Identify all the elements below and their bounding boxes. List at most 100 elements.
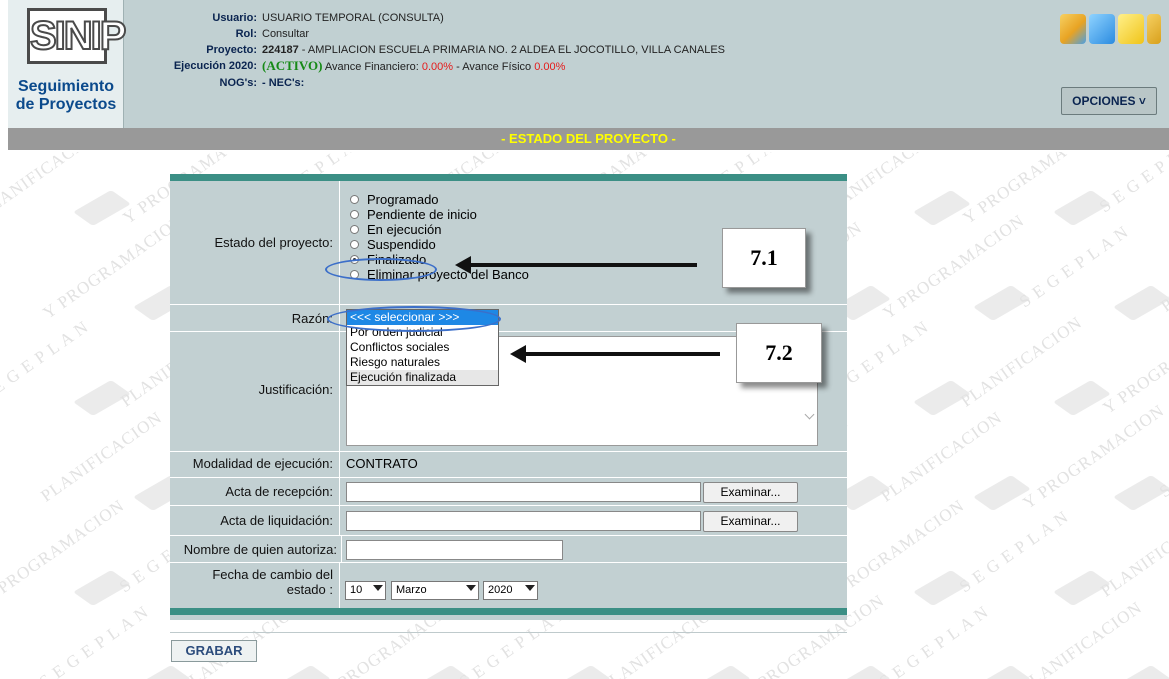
logo-sub-line-1: Seguimiento bbox=[17, 78, 114, 95]
acta-recepcion-examinar-button[interactable]: Examinar... bbox=[703, 482, 798, 503]
watermark-mark bbox=[913, 190, 971, 226]
avance-financiero-label: Avance Financiero: bbox=[322, 61, 422, 73]
estado-radio-option[interactable]: Programado bbox=[350, 192, 529, 207]
rol-label: Rol: bbox=[235, 28, 257, 40]
acta-liquidacion-label: Acta de liquidación: bbox=[170, 506, 340, 535]
razon-label: Razón: bbox=[170, 305, 340, 331]
avance-financiero-value: 0.00% bbox=[421, 61, 454, 73]
rol-value: Consultar bbox=[262, 28, 310, 40]
header-icons bbox=[1060, 14, 1161, 44]
watermark-mark bbox=[973, 475, 1031, 511]
callout-7-1: 7.1 bbox=[722, 228, 806, 288]
watermark-mark bbox=[1113, 665, 1169, 679]
radio-button[interactable] bbox=[350, 225, 359, 234]
form-bottom-bar bbox=[170, 608, 847, 615]
form-separator bbox=[170, 632, 847, 633]
acta-liquidacion-examinar-button[interactable]: Examinar... bbox=[703, 511, 798, 532]
arrow-left-icon bbox=[510, 345, 720, 363]
razon-option[interactable]: Riesgo naturales bbox=[347, 355, 498, 370]
estado-label: Estado del proyecto: bbox=[170, 181, 340, 304]
autoriza-row: Nombre de quien autoriza: bbox=[170, 535, 847, 562]
watermark-mark bbox=[273, 665, 331, 679]
chevron-down-icon bbox=[373, 585, 383, 591]
acta-recepcion-input[interactable] bbox=[346, 482, 701, 502]
acta-liquidacion-row: Acta de liquidación: Examinar... bbox=[170, 505, 847, 535]
grabar-button[interactable]: GRABAR bbox=[171, 640, 257, 662]
watermark-text: PLANIFICACION bbox=[1157, 217, 1169, 316]
proyecto-code: 224187 bbox=[262, 44, 299, 56]
watermark-mark bbox=[1053, 380, 1111, 416]
watermark-text: S E G E P L A N bbox=[35, 601, 153, 679]
autoriza-input[interactable] bbox=[346, 540, 563, 560]
watermark-text: S E G E P L A N bbox=[875, 601, 993, 679]
razon-option[interactable]: Ejecución finalizada bbox=[347, 370, 498, 385]
watermark-text: S E G E P L A N bbox=[1015, 221, 1133, 312]
watermark-text: S E G E P L A N bbox=[0, 316, 93, 406]
fecha-month-select[interactable]: Marzo bbox=[391, 581, 479, 600]
modalidad-label: Modalidad de ejecución: bbox=[170, 452, 340, 477]
fecha-day-select[interactable]: 10 bbox=[345, 581, 386, 600]
ejecucion-value: (ACTIVO) Avance Financiero: 0.00% - Avan… bbox=[262, 58, 565, 75]
watermark-text: Y PROGRAMACION bbox=[1159, 591, 1169, 679]
page-title: - ESTADO DEL PROYECTO - bbox=[8, 128, 1169, 150]
watermark-text: PLANIFICACION bbox=[1017, 597, 1146, 679]
radio-label: Programado bbox=[367, 192, 439, 207]
pencil-icon[interactable] bbox=[1118, 14, 1144, 44]
radio-label: En ejecución bbox=[367, 222, 442, 237]
fecha-row: Fecha de cambio del estado : 10 Marzo 20… bbox=[170, 562, 847, 608]
fecha-month-value: Marzo bbox=[396, 584, 427, 596]
fecha-label-line-2: estado : bbox=[286, 582, 333, 597]
justificacion-label: Justificación: bbox=[170, 332, 340, 451]
watermark-mark bbox=[693, 665, 751, 679]
avance-fisico-value: 0.00% bbox=[534, 61, 566, 73]
radio-button[interactable] bbox=[350, 195, 359, 204]
autoriza-label: Nombre de quien autoriza: bbox=[170, 536, 342, 562]
chevron-down-icon bbox=[525, 585, 535, 591]
arrow-left-icon bbox=[455, 256, 697, 274]
logo-mark: SINIP bbox=[27, 8, 127, 64]
watermark-text: Y PROGRAMACION bbox=[1099, 305, 1169, 418]
logo-sub-line-2: de Proyectos bbox=[15, 96, 117, 113]
acta-recepcion-label: Acta de recepción: bbox=[170, 478, 340, 505]
acta-liquidacion-input[interactable] bbox=[346, 511, 701, 531]
nog-label: NOG's: bbox=[219, 77, 257, 89]
header: SINIP Seguimiento de Proyectos Usuario: U… bbox=[8, 0, 1169, 128]
highlight-ellipse-finalizado bbox=[325, 258, 437, 281]
proyecto-name: - AMPLIACION ESCUELA PRIMARIA NO. 2 ALDE… bbox=[298, 44, 726, 56]
cube-icon[interactable] bbox=[1060, 14, 1086, 44]
estado-radio-option[interactable]: Suspendido bbox=[350, 237, 529, 252]
watermark-text: PLANIFICACION bbox=[1097, 502, 1169, 601]
callout-7-2: 7.2 bbox=[736, 323, 822, 383]
avance-fisico-label: - Avance Físico bbox=[453, 61, 535, 73]
door-icon[interactable] bbox=[1147, 14, 1161, 44]
proyecto-label: Proyecto: bbox=[206, 44, 257, 56]
textarea-scroll-icon bbox=[804, 409, 815, 420]
watermark-text: S E G E P L A N bbox=[1155, 412, 1169, 502]
fecha-label: Fecha de cambio del estado : bbox=[170, 563, 340, 608]
ejecucion-status: (ACTIVO) bbox=[262, 58, 323, 73]
highlight-ellipse-razon bbox=[327, 306, 501, 332]
fecha-year-value: 2020 bbox=[488, 584, 513, 596]
fecha-label-line-1: Fecha de cambio del bbox=[212, 567, 333, 582]
fecha-day-value: 10 bbox=[350, 584, 363, 596]
logo-subtitle: Seguimiento de Proyectos bbox=[8, 78, 124, 114]
estado-radio-option[interactable]: En ejecución bbox=[350, 222, 529, 237]
sinip-logo: SINIP Seguimiento de Proyectos bbox=[8, 0, 127, 128]
razon-option[interactable]: Conflictos sociales bbox=[347, 340, 498, 355]
radio-button[interactable] bbox=[350, 240, 359, 249]
opciones-button[interactable]: OPCIONES ˅ bbox=[1061, 87, 1157, 115]
watermark-mark bbox=[73, 190, 131, 226]
fecha-year-select[interactable]: 2020 bbox=[483, 581, 538, 600]
modalidad-row: Modalidad de ejecución: CONTRATO bbox=[170, 451, 847, 477]
report-icon[interactable] bbox=[1089, 14, 1115, 44]
acta-recepcion-row: Acta de recepción: Examinar... bbox=[170, 477, 847, 505]
radio-label: Suspendido bbox=[367, 237, 436, 252]
watermark-text: S E G E P L A N bbox=[1095, 152, 1169, 217]
radio-button[interactable] bbox=[350, 210, 359, 219]
modalidad-value: CONTRATO bbox=[346, 456, 418, 471]
project-info: Usuario: USUARIO TEMPORAL (CONSULTA) Rol:… bbox=[124, 10, 725, 91]
usuario-value: USUARIO TEMPORAL (CONSULTA) bbox=[262, 12, 444, 24]
nog-value: - NEC's: bbox=[262, 77, 305, 89]
estado-radio-option[interactable]: Pendiente de inicio bbox=[350, 207, 529, 222]
proyecto-value: 224187 - AMPLIACION ESCUELA PRIMARIA NO.… bbox=[262, 42, 725, 58]
